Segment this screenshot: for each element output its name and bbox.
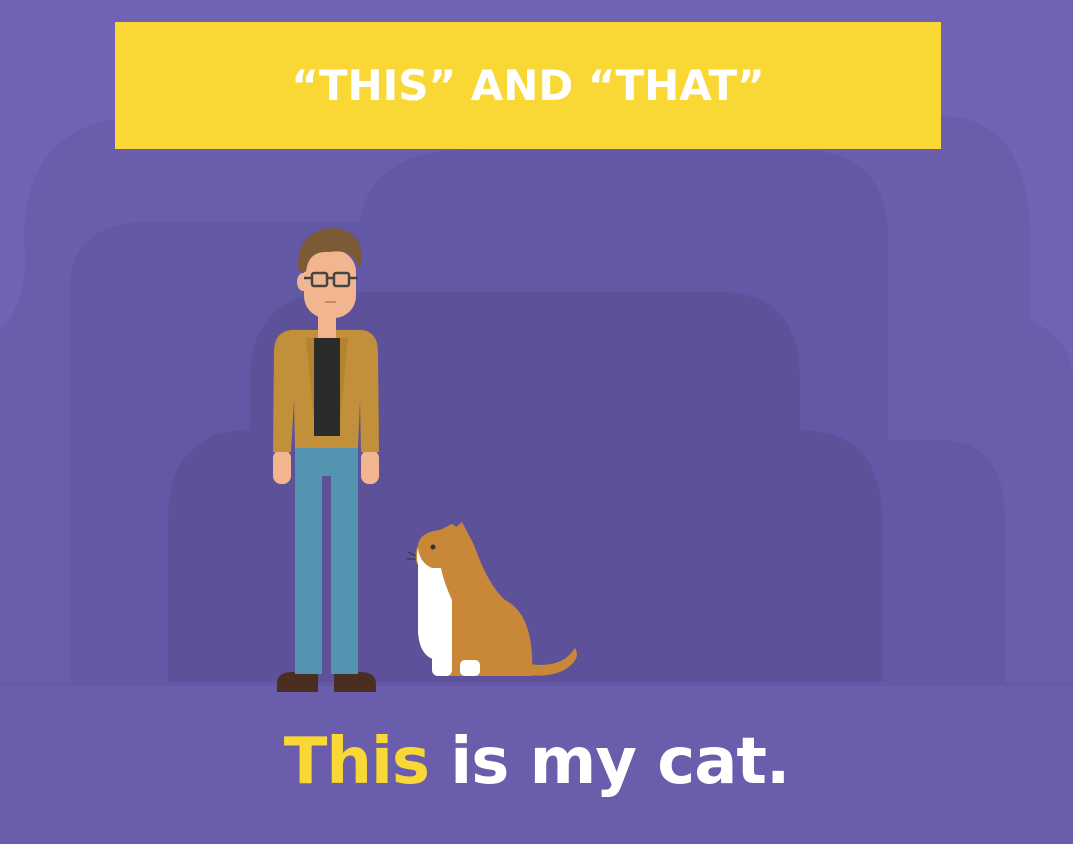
slide: “THIS” AND “THAT” This is my cat. (0, 0, 1073, 844)
title-text: “THIS” AND “THAT” (291, 61, 765, 110)
caption-sentence: This is my cat. (0, 722, 1073, 802)
caption-highlight-word: This (283, 725, 430, 799)
title-banner: “THIS” AND “THAT” (115, 22, 941, 149)
caption-rest: is my cat. (428, 725, 790, 799)
